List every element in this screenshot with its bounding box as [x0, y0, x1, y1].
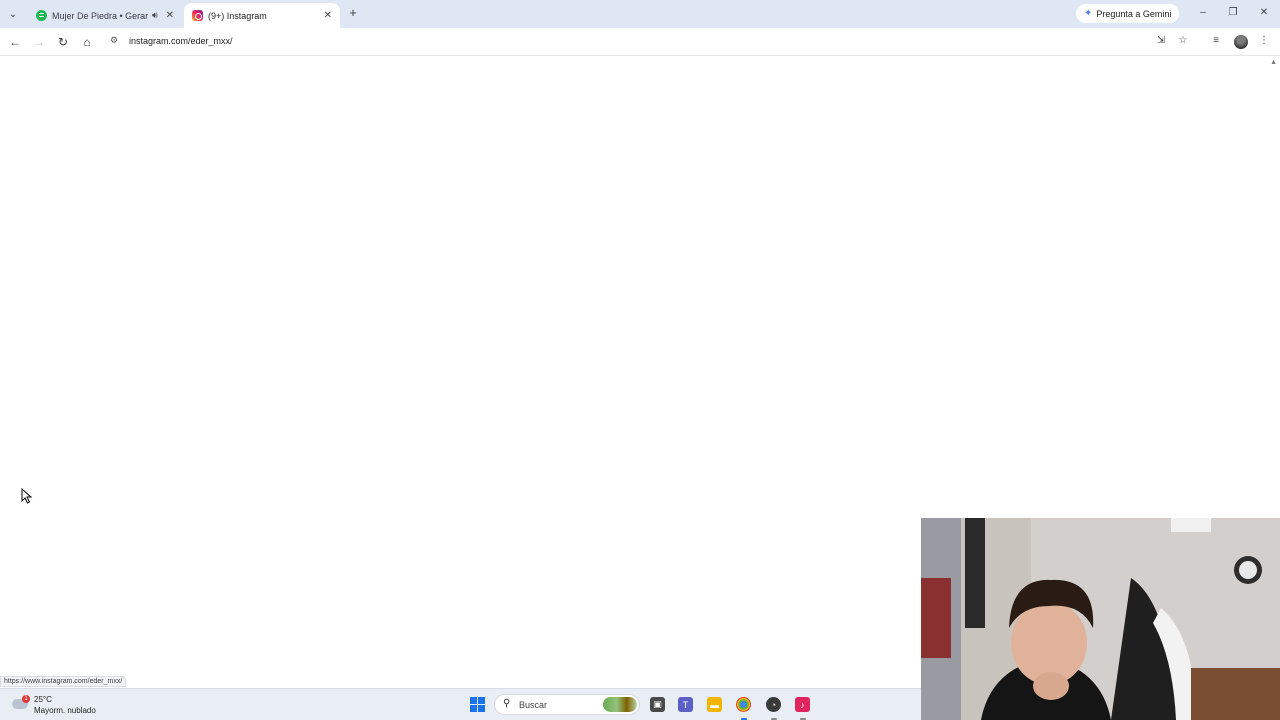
tab-spotify[interactable]: Mujer De Piedra • Gerardo 🔊︎ ✕: [28, 3, 182, 28]
chrome-icon[interactable]: [736, 697, 751, 712]
app-icon[interactable]: ◔: [766, 697, 781, 712]
search-highlight-image: [603, 697, 637, 712]
notification-badge: 1: [22, 695, 30, 703]
search-placeholder: Buscar: [519, 700, 548, 710]
windows-taskbar: 1 25°C Mayorm. nublado ⚲ Buscar ▣ T ▬ ◔ …: [0, 688, 921, 720]
webcam-overlay: [921, 518, 1280, 720]
bookmark-star-icon[interactable]: ☆: [1176, 34, 1190, 48]
reading-list-icon[interactable]: ≡: [1209, 34, 1223, 48]
task-view-icon[interactable]: ▣: [650, 697, 665, 712]
new-tab-plus-icon[interactable]: +: [346, 6, 360, 20]
tab-title: (9+) Instagram: [208, 10, 267, 21]
forward-arrow-icon[interactable]: →: [31, 34, 47, 50]
url-text[interactable]: instagram.com/eder_mxx/: [129, 36, 233, 46]
webcam-image: [921, 518, 1280, 720]
close-icon[interactable]: ✕: [324, 10, 332, 21]
close-icon[interactable]: ✕: [166, 10, 174, 21]
install-app-icon[interactable]: ⇲: [1154, 34, 1168, 48]
tab-title: Mujer De Piedra • Gerardo: [52, 10, 148, 21]
windows-start-icon[interactable]: [470, 697, 485, 712]
teams-icon[interactable]: T: [678, 697, 693, 712]
site-info-icon[interactable]: ⚙: [110, 35, 118, 46]
tiktok-icon[interactable]: ♪: [795, 697, 810, 712]
gemini-button[interactable]: ✦ Pregunta a Gemini: [1076, 4, 1180, 23]
weather-temp: 25°C: [34, 695, 52, 704]
browser-toolbar: ← → ↻ ⌂ ⚙ instagram.com/eder_mxx/ ⇲ ☆ ≡ …: [0, 28, 1280, 56]
weather-condition: Mayorm. nublado: [34, 706, 96, 715]
window-close-icon[interactable]: ✕: [1257, 6, 1271, 20]
home-icon[interactable]: ⌂: [79, 34, 95, 50]
tab-search-chevron-down-icon[interactable]: ⌄: [4, 6, 22, 22]
restore-icon[interactable]: ❐: [1226, 6, 1240, 20]
speaker-icon[interactable]: 🔊︎: [152, 10, 158, 21]
tab-instagram[interactable]: (9+) Instagram ✕: [184, 3, 340, 28]
tab-strip: ⌄ Mujer De Piedra • Gerardo 🔊︎ ✕ (9+) In…: [0, 0, 1280, 28]
scrollbar-up-arrow-icon[interactable]: ▲: [1270, 59, 1277, 66]
menu-kebab-icon[interactable]: ⋮: [1257, 34, 1271, 48]
address-bar[interactable]: ⚙ instagram.com/eder_mxx/: [104, 31, 1200, 53]
instagram-icon: [192, 10, 203, 21]
minimize-icon[interactable]: –: [1196, 6, 1210, 20]
gemini-spark-icon: ✦: [1084, 8, 1093, 19]
mouse-cursor-icon: [21, 488, 33, 504]
spotify-icon: [36, 10, 47, 21]
profile-avatar[interactable]: [1234, 35, 1248, 49]
back-arrow-icon[interactable]: ←: [7, 34, 23, 50]
search-icon: ⚲: [503, 698, 511, 709]
taskbar-search[interactable]: ⚲ Buscar: [494, 694, 640, 715]
status-bar-url: https://www.instagram.com/eder_mxx/: [0, 676, 127, 687]
file-explorer-icon[interactable]: ▬: [707, 697, 722, 712]
reload-icon[interactable]: ↻: [55, 34, 71, 50]
weather-widget[interactable]: 1 25°C Mayorm. nublado: [8, 693, 118, 717]
gemini-label: Pregunta a Gemini: [1096, 8, 1172, 19]
